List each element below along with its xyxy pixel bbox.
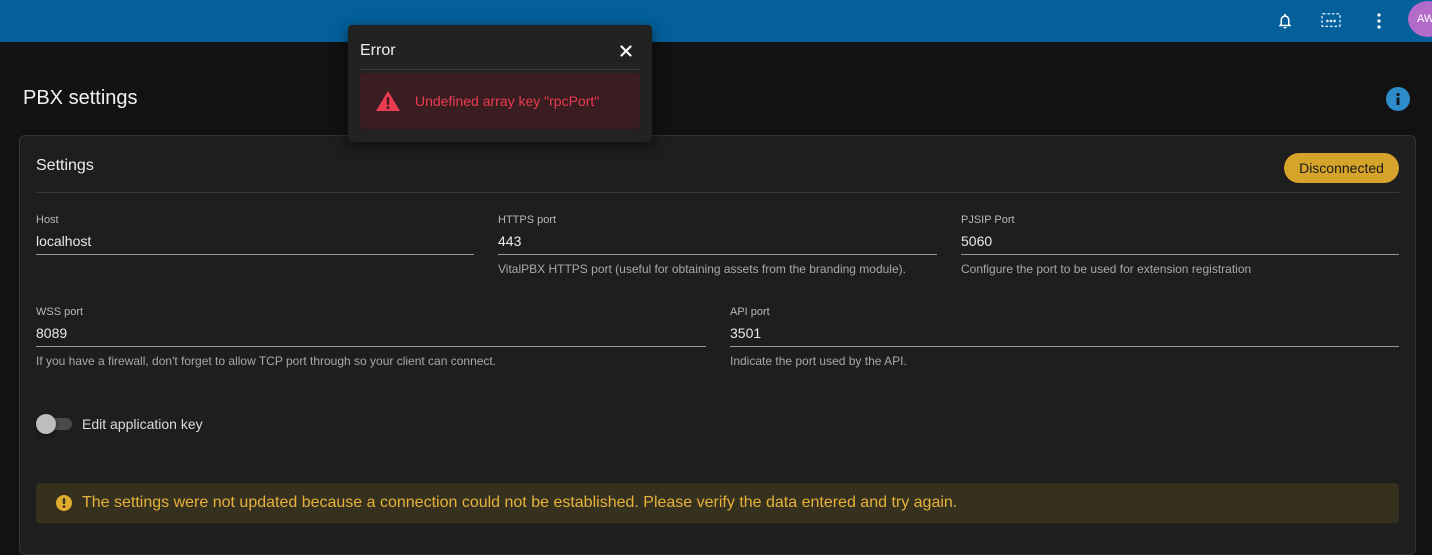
avatar[interactable]: AW — [1408, 1, 1432, 37]
error-dialog-title: Error — [360, 42, 396, 59]
warning-banner: The settings were not updated because a … — [36, 483, 1399, 523]
close-icon[interactable] — [617, 42, 635, 60]
error-message: Undefined array key "rpcPort" — [415, 93, 600, 109]
warning-text: The settings were not updated because a … — [82, 494, 958, 511]
screen-share-icon[interactable] — [1319, 9, 1343, 33]
pjsip-port-hint: Configure the port to be used for extens… — [961, 262, 1252, 276]
page-title: PBX settings — [23, 87, 138, 109]
host-label: Host — [36, 214, 59, 226]
more-vert-icon[interactable] — [1367, 9, 1391, 33]
api-port-hint: Indicate the port used by the API. — [730, 354, 907, 368]
https-port-field: HTTPS port VitalPBX HTTPS port (useful f… — [498, 214, 937, 276]
error-dialog: Error Undefined array key "rpcPort" — [348, 25, 652, 142]
https-port-input[interactable] — [498, 228, 937, 255]
pjsip-port-field: PJSIP Port Configure the port to be used… — [961, 214, 1399, 276]
warning-icon — [56, 495, 72, 511]
edit-key-toggle-row: Edit application key — [36, 414, 203, 434]
pjsip-port-label: PJSIP Port — [961, 214, 1015, 226]
warning-triangle-icon — [376, 91, 400, 111]
wss-port-label: WSS port — [36, 306, 84, 318]
edit-key-label: Edit application key — [82, 416, 203, 432]
host-input[interactable] — [36, 228, 474, 255]
edit-key-toggle[interactable] — [36, 414, 76, 434]
host-field: Host — [36, 214, 474, 255]
https-port-hint: VitalPBX HTTPS port (useful for obtainin… — [498, 262, 906, 276]
wss-port-input[interactable] — [36, 320, 706, 347]
divider — [360, 69, 640, 70]
divider — [36, 192, 1399, 193]
wss-port-field: WSS port If you have a firewall, don't f… — [36, 306, 706, 368]
toggle-thumb — [36, 414, 56, 434]
top-app-bar: AW — [0, 0, 1432, 42]
api-port-input[interactable] — [730, 320, 1399, 347]
info-icon[interactable] — [1386, 87, 1410, 111]
settings-title: Settings — [36, 157, 94, 174]
pjsip-port-input[interactable] — [961, 228, 1399, 255]
https-port-label: HTTPS port — [498, 214, 557, 226]
status-badge: Disconnected — [1284, 153, 1399, 183]
wss-port-hint: If you have a firewall, don't forget to … — [36, 354, 497, 368]
error-alert: Undefined array key "rpcPort" — [360, 73, 640, 129]
api-port-label: API port — [730, 306, 770, 318]
settings-card: Settings Disconnected Host HTTPS port Vi… — [19, 135, 1416, 555]
api-port-field: API port Indicate the port used by the A… — [730, 306, 1399, 368]
bell-icon[interactable] — [1273, 9, 1297, 33]
